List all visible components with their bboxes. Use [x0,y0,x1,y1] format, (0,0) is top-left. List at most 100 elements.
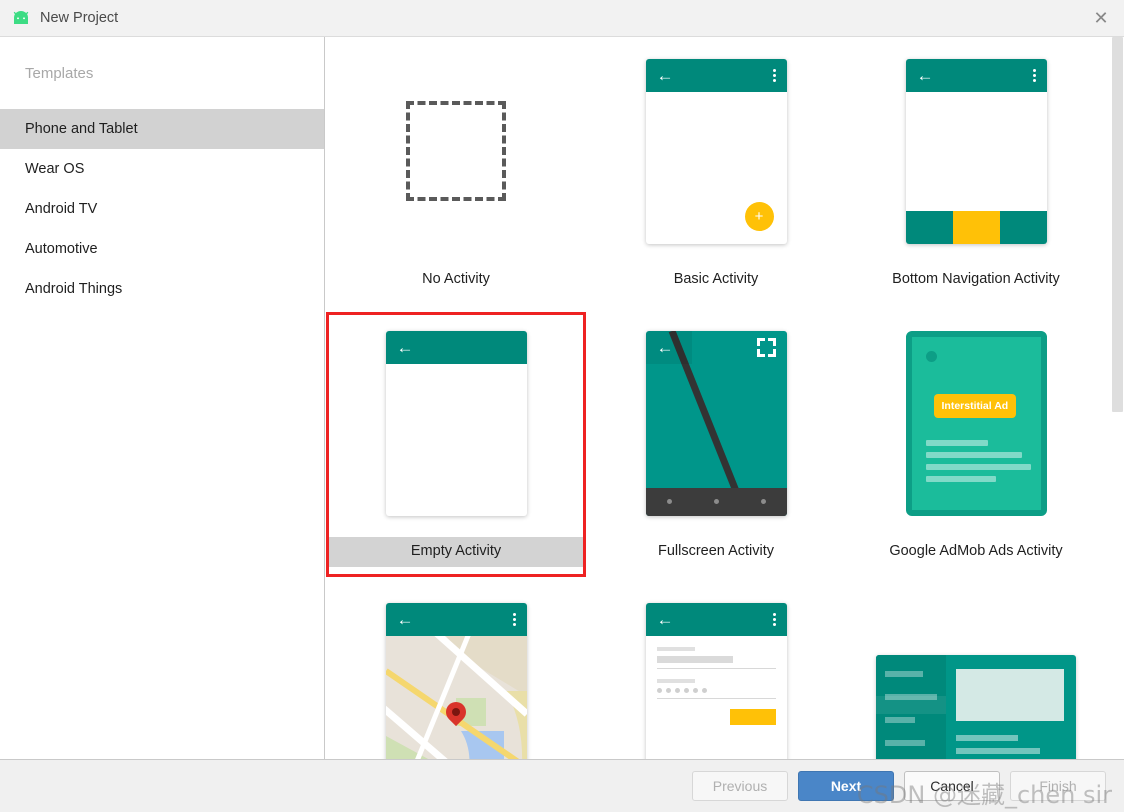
camera-dot-icon [925,350,937,362]
sidebar-item-android-things[interactable]: Android Things [0,269,324,309]
window-title: New Project [40,10,119,26]
field-underline [656,697,776,699]
close-icon[interactable]: ✕ [1078,0,1124,37]
finish-button[interactable]: Finish [1010,771,1106,801]
title-bar: New Project ✕ [0,0,1124,37]
fullscreen-expand-icon [756,337,776,357]
next-button[interactable]: Next [798,771,894,801]
floating-action-button-icon: + [744,201,774,231]
sidebar-item-label: Automotive [25,241,98,257]
sidebar-item-android-tv[interactable]: Android TV [0,189,324,229]
sidebar-item-automotive[interactable]: Automotive [0,229,324,269]
back-arrow-icon: ← [916,65,934,85]
list-item-placeholder [885,671,923,677]
template-card-basic-activity[interactable]: ← + Basic Activity [586,37,846,309]
sidebar-item-label: Android TV [25,201,98,217]
template-card-label: Fullscreen Activity [657,543,775,559]
detail-image-placeholder [956,669,1064,721]
sidebar-item-label: Wear OS [25,161,85,177]
template-card-fullscreen-activity[interactable]: ← Fullscreen Activity [586,309,846,581]
template-thumbnail: ← [586,581,846,759]
template-card-google-admob-ads-activity[interactable]: Interstitial Ad Google AdMob Ads Activit… [846,309,1106,581]
template-thumbnail: ← [846,37,1106,265]
back-arrow-icon: ← [396,337,414,357]
sidebar-item-label: Phone and Tablet [25,121,138,137]
templates-sidebar: Templates Phone and Tablet Wear OS Andro… [0,37,325,759]
detail-pane [946,655,1076,759]
phone-mockup: ← + [645,58,787,244]
phone-mockup: ← [645,330,787,516]
list-item-placeholder [885,740,925,746]
phone-mockup: ← [645,602,787,760]
template-thumbnail [326,37,586,265]
tablet-mockup [876,655,1076,759]
placeholder-line [925,475,996,482]
sidebar-header: Templates [25,64,94,82]
submit-button-placeholder [729,708,776,725]
cancel-button[interactable]: Cancel [904,771,1000,801]
gallery-scrollbar-thumb[interactable] [1112,37,1123,412]
template-card-no-activity[interactable]: No Activity [326,37,586,309]
template-gallery[interactable]: No Activity ← + Basic Activity ← Bottom … [326,37,1124,759]
template-row: ← Empty Activity ← Fullscreen Activity I… [326,309,1107,581]
sidebar-item-phone-and-tablet[interactable]: Phone and Tablet [0,109,324,149]
overflow-menu-icon [772,612,776,626]
login-form-graphic [646,636,787,760]
template-card-bottom-navigation-activity[interactable]: ← Bottom Navigation Activity [846,37,1106,309]
back-arrow-icon: ← [656,337,674,357]
password-dots-icon [656,687,776,693]
phone-mockup: ← [905,58,1047,244]
bottom-nav-item [999,210,1047,244]
previous-button[interactable]: Previous [692,771,788,801]
template-card-google-maps-activity[interactable]: ← [326,581,586,759]
template-card-label: Google AdMob Ads Activity [889,543,1063,559]
template-thumbnail: ← [326,581,586,759]
template-card-label: No Activity [422,271,490,287]
gallery-scrollbar-track[interactable] [1110,37,1124,759]
phone-mockup: Interstitial Ad [905,330,1047,516]
sidebar-item-wear-os[interactable]: Wear OS [0,149,324,189]
field-label-placeholder [656,646,695,651]
app-bar: ← [646,331,787,364]
field-underline [656,667,776,669]
template-thumbnail: ← [586,309,846,537]
template-card-label: Bottom Navigation Activity [892,271,1060,287]
field-value-placeholder [656,655,733,663]
app-bar: ← [645,58,787,92]
map-graphic [385,635,527,759]
template-thumbnail [846,581,1106,759]
interstitial-ad-badge: Interstitial Ad [933,393,1017,418]
back-arrow-icon: ← [396,609,414,629]
bottom-navigation-bar [905,210,1047,244]
sidebar-item-label: Android Things [25,281,123,297]
placeholder-line [956,735,1018,741]
template-card-empty-activity[interactable]: ← Empty Activity [326,309,586,581]
overflow-menu-icon [512,612,516,626]
app-bar: ← [905,58,1047,92]
app-bar: ← [385,330,527,364]
android-logo-icon [10,7,32,29]
placeholder-line [925,463,1031,470]
dashed-square-icon [406,101,506,201]
template-card-label: Empty Activity [326,537,586,567]
list-item-placeholder [885,717,915,723]
placeholder-line [925,451,1022,458]
system-navigation-bar [645,487,787,516]
template-grid: No Activity ← + Basic Activity ← Bottom … [326,37,1107,759]
new-project-dialog: New Project ✕ Templates Phone and Tablet… [0,0,1124,812]
bottom-nav-item [905,210,953,244]
template-thumbnail: Interstitial Ad [846,309,1106,537]
overflow-menu-icon [1032,68,1036,82]
template-row: ← ← [326,581,1107,759]
template-card-master-detail-flow[interactable] [846,581,1106,759]
back-arrow-icon: ← [656,609,674,629]
app-bar: ← [645,602,787,636]
selected-list-row [876,696,946,714]
overflow-menu-icon [772,68,776,82]
template-thumbnail: ← + [586,37,846,265]
placeholder-line [956,748,1040,754]
content-placeholder-lines [925,439,1031,488]
app-bar: ← [385,602,527,636]
phone-mockup: ← [385,602,527,759]
template-card-login-activity[interactable]: ← [586,581,846,759]
